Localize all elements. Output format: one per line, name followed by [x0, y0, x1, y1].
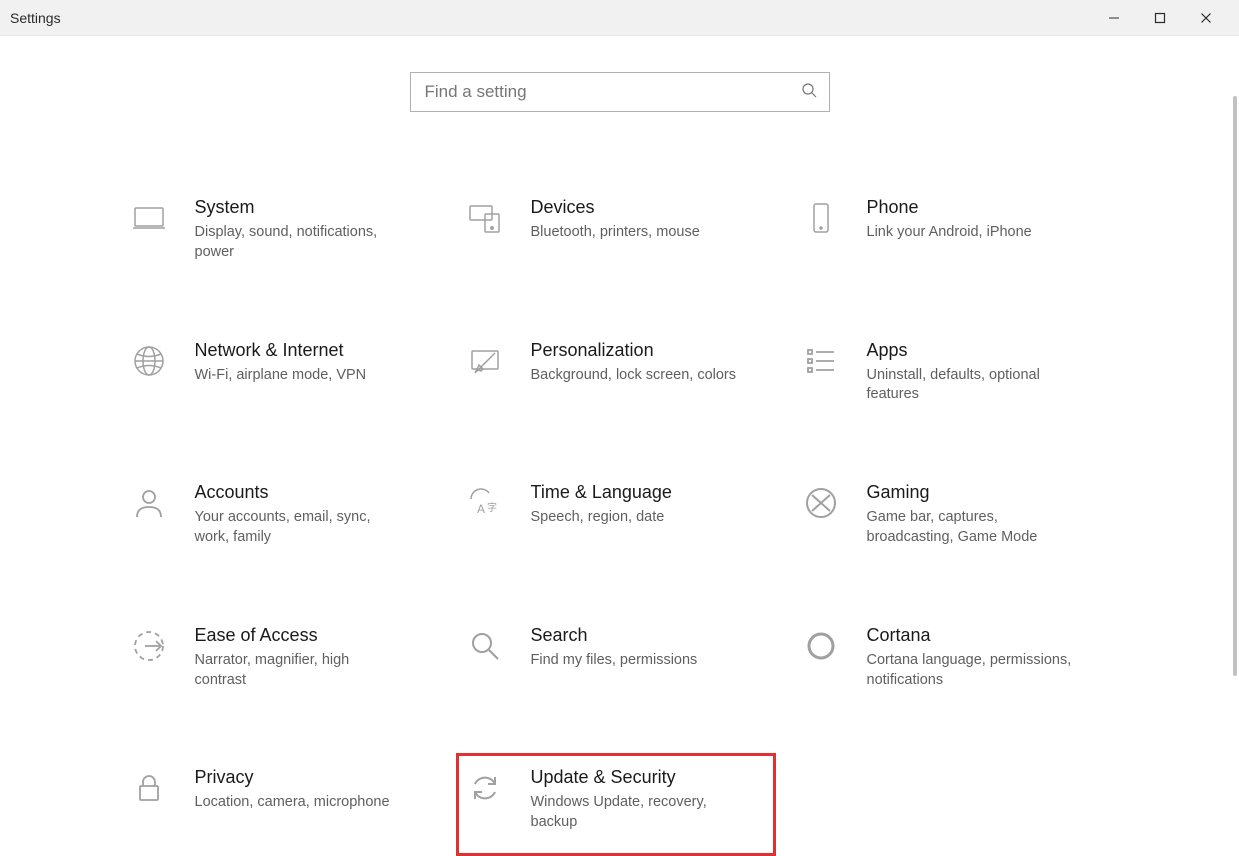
search-icon — [801, 82, 817, 103]
paintbrush-icon — [465, 341, 505, 381]
window-title: Settings — [10, 10, 61, 26]
category-title: Apps — [867, 339, 1103, 362]
category-desc: Find my files, permissions — [531, 651, 741, 671]
maximize-button[interactable] — [1137, 2, 1183, 34]
category-update-security[interactable]: Update & Security Windows Update, recove… — [456, 753, 776, 856]
devices-icon — [465, 198, 505, 238]
apps-list-icon — [801, 341, 841, 381]
category-search[interactable]: Search Find my files, permissions — [461, 620, 771, 695]
category-desc: Bluetooth, printers, mouse — [531, 223, 741, 243]
minimize-button[interactable] — [1091, 2, 1137, 34]
category-title: Personalization — [531, 339, 767, 362]
category-desc: Link your Android, iPhone — [867, 223, 1077, 243]
category-network[interactable]: Network & Internet Wi-Fi, airplane mode,… — [125, 335, 435, 410]
magnifier-icon — [465, 626, 505, 666]
person-icon — [129, 483, 169, 523]
category-desc: Location, camera, microphone — [195, 793, 405, 813]
scrollbar[interactable] — [1233, 96, 1237, 811]
category-title: Devices — [531, 196, 767, 219]
category-system[interactable]: System Display, sound, notifications, po… — [125, 192, 435, 267]
phone-icon — [801, 198, 841, 238]
category-title: Phone — [867, 196, 1103, 219]
category-title: Privacy — [195, 766, 431, 789]
category-grid: System Display, sound, notifications, po… — [125, 192, 1115, 837]
category-privacy[interactable]: Privacy Location, camera, microphone — [125, 762, 435, 837]
category-title: Search — [531, 624, 767, 647]
category-accounts[interactable]: Accounts Your accounts, email, sync, wor… — [125, 477, 435, 552]
category-phone[interactable]: Phone Link your Android, iPhone — [797, 192, 1107, 267]
category-apps[interactable]: Apps Uninstall, defaults, optional featu… — [797, 335, 1107, 410]
search-input[interactable] — [423, 81, 801, 103]
category-desc: Your accounts, email, sync, work, family — [195, 508, 405, 547]
category-personalization[interactable]: Personalization Background, lock screen,… — [461, 335, 771, 410]
close-button[interactable] — [1183, 2, 1229, 34]
category-title: Time & Language — [531, 481, 767, 504]
search-box[interactable] — [410, 72, 830, 112]
globe-icon — [129, 341, 169, 381]
scrollbar-thumb[interactable] — [1233, 96, 1237, 676]
category-desc: Windows Update, recovery, backup — [531, 793, 741, 832]
lock-icon — [129, 768, 169, 808]
category-cortana[interactable]: Cortana Cortana language, permissions, n… — [797, 620, 1107, 695]
category-desc: Display, sound, notifications, power — [195, 223, 405, 262]
ease-of-access-icon — [129, 626, 169, 666]
time-language-icon: A 字 — [465, 483, 505, 523]
category-title: Gaming — [867, 481, 1103, 504]
category-title: Network & Internet — [195, 339, 431, 362]
category-time-language[interactable]: A 字 Time & Language Speech, region, date — [461, 477, 771, 552]
category-gaming[interactable]: Gaming Game bar, captures, broadcasting,… — [797, 477, 1107, 552]
category-desc: Game bar, captures, broadcasting, Game M… — [867, 508, 1077, 547]
category-title: Accounts — [195, 481, 431, 504]
cortana-icon — [801, 626, 841, 666]
category-desc: Background, lock screen, colors — [531, 366, 741, 386]
svg-text:字: 字 — [487, 501, 497, 514]
svg-text:A: A — [477, 502, 485, 516]
category-desc: Cortana language, permissions, notificat… — [867, 651, 1077, 690]
category-title: Ease of Access — [195, 624, 431, 647]
update-icon — [465, 768, 505, 808]
category-devices[interactable]: Devices Bluetooth, printers, mouse — [461, 192, 771, 267]
system-icon — [129, 198, 169, 238]
category-ease-of-access[interactable]: Ease of Access Narrator, magnifier, high… — [125, 620, 435, 695]
category-title: Update & Security — [531, 766, 767, 789]
category-desc: Wi-Fi, airplane mode, VPN — [195, 366, 405, 386]
category-desc: Uninstall, defaults, optional features — [867, 366, 1077, 405]
category-title: Cortana — [867, 624, 1103, 647]
category-title: System — [195, 196, 431, 219]
category-desc: Narrator, magnifier, high contrast — [195, 651, 405, 690]
xbox-icon — [801, 483, 841, 523]
category-desc: Speech, region, date — [531, 508, 741, 528]
